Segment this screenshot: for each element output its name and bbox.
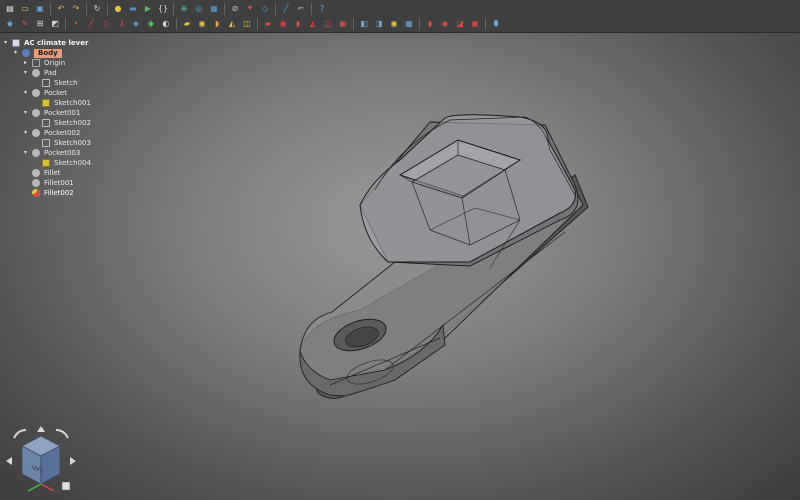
no-draw-style-icon[interactable]: ⊘ — [229, 3, 241, 15]
toolbar-separator — [275, 2, 276, 15]
toolbar-separator — [311, 2, 312, 15]
nav-rotate-left-icon[interactable] — [13, 429, 27, 439]
macro-icon[interactable]: ● — [112, 3, 124, 15]
part-model-ac-climate-lever[interactable] — [299, 114, 589, 399]
additive-pipe-icon[interactable]: ◭ — [226, 18, 238, 30]
draft-icon[interactable]: ◪ — [454, 18, 466, 30]
toolbar-separator — [485, 17, 486, 30]
linear-pattern-icon[interactable]: ◨ — [373, 18, 385, 30]
undo-icon[interactable]: ↶ — [55, 3, 67, 15]
nav-arrow-up-icon[interactable] — [37, 426, 45, 432]
local-coordinate-system-icon[interactable]: ⅃ — [115, 18, 127, 30]
toolbar-separator — [86, 2, 87, 15]
boolean-icon[interactable]: ⬮ — [490, 18, 502, 30]
zoom-icon[interactable]: ◎ — [193, 3, 205, 15]
thickness-icon[interactable]: ▣ — [469, 18, 481, 30]
sub-shape-binder-icon[interactable]: ◐ — [160, 18, 172, 30]
toolbar-separator — [419, 17, 420, 30]
subtractive-pipe-icon[interactable]: ◫ — [322, 18, 334, 30]
toolbar-separator — [353, 17, 354, 30]
nav-rotate-right-icon[interactable] — [55, 429, 69, 439]
subtractive-loft-icon[interactable]: ◭ — [307, 18, 319, 30]
part-design-workbench-icon[interactable]: ◆ — [4, 18, 16, 30]
toolbar-separator — [257, 17, 258, 30]
plane-icon[interactable]: ◇ — [100, 18, 112, 30]
create-sketch-icon[interactable]: ⊞ — [34, 18, 46, 30]
toolbar-row-top: ▤ ▭ ▣ ↶ ↷ ↻ ● ▬ ▶{} ⊕ ◎ ▦ ⊘ ⯆ ◇ ╱ ⌐? — [4, 1, 331, 16]
toolbar-separator — [173, 2, 174, 15]
axis-x-line — [40, 483, 55, 492]
hole-icon[interactable]: ◉ — [277, 18, 289, 30]
open-folder-icon[interactable]: ▭ — [19, 3, 31, 15]
macro-edit-icon[interactable]: ▬ — [127, 3, 139, 15]
multi-transform-icon[interactable]: ▦ — [403, 18, 415, 30]
pocket-icon[interactable]: ▰ — [262, 18, 274, 30]
mirrored-icon[interactable]: ◧ — [358, 18, 370, 30]
fit-all-icon[interactable]: ⊕ — [178, 3, 190, 15]
help-icon[interactable]: ? — [316, 3, 328, 15]
polar-pattern-icon[interactable]: ◉ — [388, 18, 400, 30]
nav-arrow-right-icon[interactable] — [70, 457, 76, 465]
macro-code-icon[interactable]: {} — [157, 3, 169, 15]
pad-icon[interactable]: ▰ — [181, 18, 193, 30]
point-icon[interactable]: • — [70, 18, 82, 30]
macro-run-icon[interactable]: ▶ — [142, 3, 154, 15]
nav-arrow-left-icon[interactable] — [6, 457, 12, 465]
view-box-icon[interactable]: ▦ — [208, 3, 220, 15]
nav-cube-menu-icon[interactable] — [61, 481, 71, 491]
body-icon[interactable]: ◩ — [49, 18, 61, 30]
navigation-cube[interactable]: LEFT — [4, 424, 78, 498]
toolbar-separator — [107, 2, 108, 15]
measure-icon[interactable]: ◇ — [259, 3, 271, 15]
additive-helix-icon[interactable]: ◫ — [241, 18, 253, 30]
groove-icon[interactable]: ◗ — [292, 18, 304, 30]
fillet-icon[interactable]: ◗ — [424, 18, 436, 30]
selection-icon[interactable]: ⯆ — [244, 3, 256, 15]
toolbar-separator — [65, 17, 66, 30]
3d-viewport[interactable] — [0, 33, 800, 500]
axis-y-line — [27, 483, 42, 492]
new-document-icon[interactable]: ▤ — [4, 3, 16, 15]
refresh-icon[interactable]: ↻ — [91, 3, 103, 15]
revolution-icon[interactable]: ◉ — [196, 18, 208, 30]
clone-icon[interactable]: ◆ — [145, 18, 157, 30]
shape-binder-icon[interactable]: ◈ — [130, 18, 142, 30]
open-sketch-icon[interactable]: ✎ — [19, 18, 31, 30]
toolbar-separator — [224, 2, 225, 15]
toolbar-separator — [176, 17, 177, 30]
toolbar-separator — [50, 2, 51, 15]
toolbar-row-bottom: ◆ ✎ ⊞ ◩ • ╱ ◇ ⅃ ◈ ◆ ◐ ▰ ◉ ◗ ◭ ◫ ▰ ◉ ◗ ◭ ◫ ▣ ◧ ◨ ◉ ▦ ◗ ◆ ◪ ▣ ⬮ — [4, 16, 505, 31]
chamfer-icon[interactable]: ◆ — [439, 18, 451, 30]
redo-icon[interactable]: ↷ — [70, 3, 82, 15]
toolbar-area: ▤ ▭ ▣ ↶ ↷ ↻ ● ▬ ▶{} ⊕ ◎ ▦ ⊘ ⯆ ◇ ╱ ⌐? ◆ ✎ ⊞ ◩ • ╱ ◇ ⅃ ◈ ◆ ◐ ▰ ◉ ◗ ◭ ◫ ▰ ◉ ◗… — [0, 0, 800, 33]
subtractive-helix-icon[interactable]: ▣ — [337, 18, 349, 30]
additive-loft-icon[interactable]: ◗ — [211, 18, 223, 30]
line-icon[interactable]: ╱ — [85, 18, 97, 30]
clipping-icon[interactable]: ⌐ — [295, 3, 307, 15]
save-icon[interactable]: ▣ — [34, 3, 46, 15]
ruler-icon[interactable]: ╱ — [280, 3, 292, 15]
